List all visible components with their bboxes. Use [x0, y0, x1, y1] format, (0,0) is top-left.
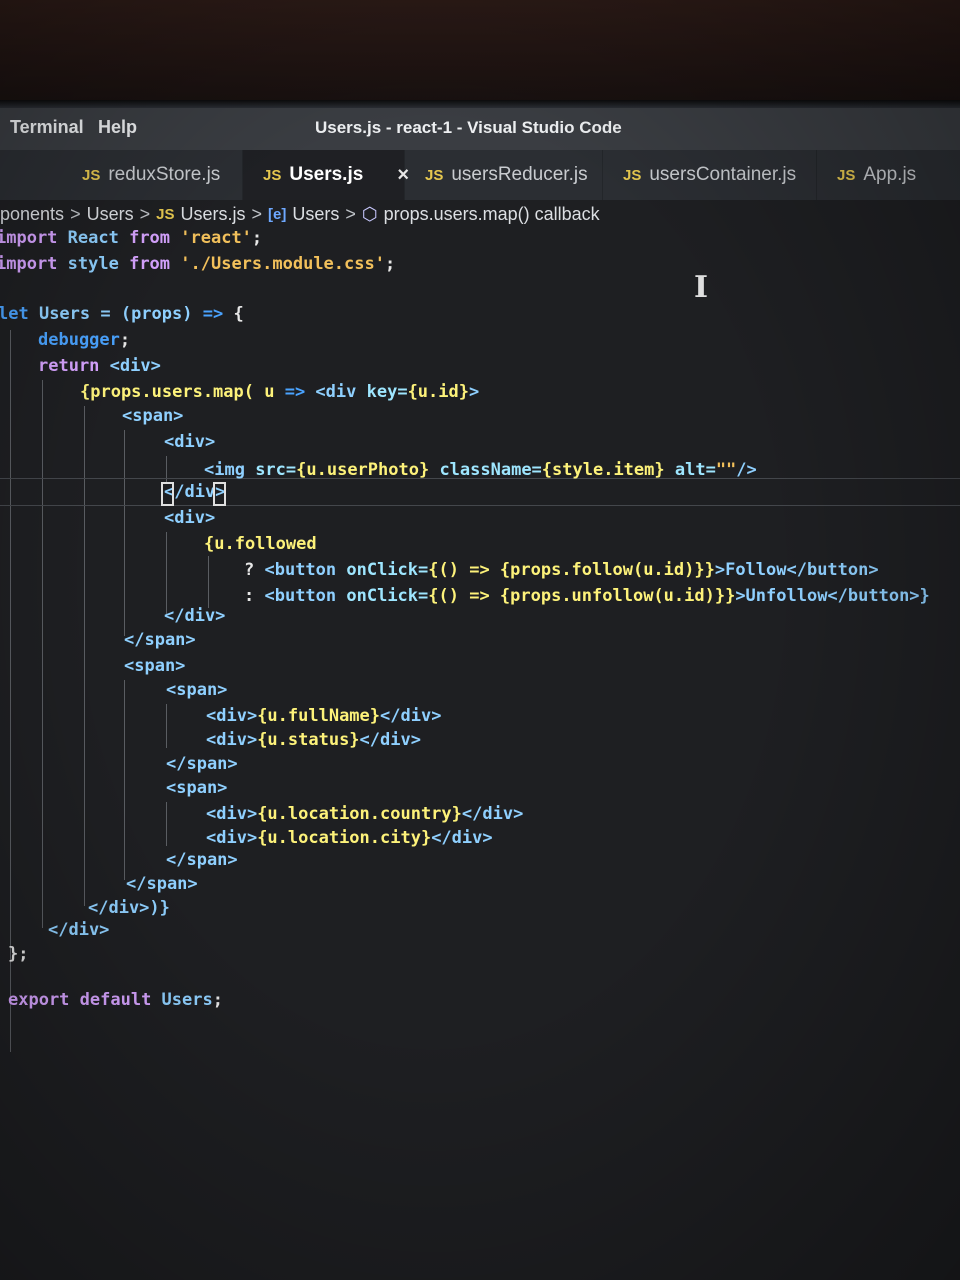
indent-guide	[166, 532, 167, 614]
menu-terminal[interactable]: Terminal	[10, 117, 84, 138]
code-line-30: export default Users;	[8, 990, 223, 1010]
chevron-right-icon: >	[345, 203, 356, 224]
js-file-icon: JS	[837, 166, 856, 184]
js-file-icon: JS	[156, 205, 175, 223]
tab-usersreducer[interactable]: JS usersReducer.js	[405, 150, 603, 200]
code-line-13: ? <button onClick={() => {props.follow(u…	[244, 560, 879, 580]
title-bar: Terminal Help Users.js - react-1 - Visua…	[0, 108, 960, 150]
code-line-19: <div>{u.fullName}</div>	[206, 706, 442, 726]
tab-users[interactable]: JS Users.js ×	[243, 150, 409, 200]
monitor-bezel	[0, 0, 960, 105]
tab-label: usersReducer.js	[451, 164, 588, 185]
indent-guide	[208, 556, 209, 608]
tab-reduxstore[interactable]: JS reduxStore.js	[60, 150, 243, 200]
code-line-22: <span>	[166, 778, 228, 798]
code-line-5: return <div>	[38, 356, 161, 376]
breadcrumb-item-users-file[interactable]: Users.js	[180, 204, 245, 225]
code-line-4: debugger;	[38, 330, 131, 350]
chevron-right-icon: >	[139, 203, 151, 224]
code-line-14: : <button onClick={() => {props.unfollow…	[244, 586, 930, 606]
code-line-17: <span>	[124, 656, 186, 676]
code-line-15: </div>	[164, 606, 226, 626]
code-line-25: </span>	[166, 850, 238, 870]
tab-userscontainer[interactable]: JS usersContainer.js	[603, 150, 817, 200]
code-line-24: <div>{u.location.city}</div>	[206, 828, 493, 848]
code-line-6: {props.users.map( u => <div key={u.id}>	[80, 382, 480, 402]
js-file-icon: JS	[425, 166, 444, 184]
indent-guide	[124, 430, 125, 636]
code-line-26: </span>	[126, 874, 198, 894]
method-cube-icon: ⬡	[361, 203, 378, 224]
bracket-match-box	[213, 482, 226, 506]
code-editor[interactable]: I import React from 'react'; import styl…	[0, 226, 960, 1280]
code-line-29: };	[8, 944, 29, 964]
tab-label: App.js	[863, 164, 917, 185]
breadcrumb-item-users-folder[interactable]: Users	[87, 204, 134, 225]
breadcrumb: ponents > Users > JS Users.js > [e] User…	[0, 200, 960, 228]
indent-guide	[166, 802, 167, 846]
code-line-9: <img src={u.userPhoto} className={style.…	[204, 460, 757, 480]
chevron-right-icon: >	[70, 203, 81, 224]
js-file-icon: JS	[263, 166, 282, 184]
window-title: Users.js - react-1 - Visual Studio Code	[315, 118, 622, 137]
code-line-18: <span>	[166, 680, 228, 700]
breadcrumb-item-users-symbol[interactable]: Users	[292, 204, 339, 225]
code-line-8: <div>	[164, 432, 216, 452]
tab-label: usersContainer.js	[649, 164, 797, 185]
code-line-7: <span>	[122, 406, 184, 426]
breadcrumb-item-callback[interactable]: props.users.map() callback	[384, 204, 600, 225]
chevron-right-icon: >	[251, 203, 262, 224]
code-line-11: <div>	[164, 508, 216, 528]
code-line-12: {u.followed	[204, 534, 317, 554]
indent-guide	[166, 704, 167, 748]
indent-guide	[42, 380, 43, 928]
bracket-match-box	[161, 482, 174, 506]
monitor-edge	[0, 100, 960, 108]
text-cursor-icon: I	[694, 270, 709, 305]
editor-tab-bar: JS reduxStore.js JS Users.js × JS usersR…	[0, 150, 960, 200]
js-file-icon: JS	[82, 166, 101, 184]
code-line-20: <div>{u.status}</div>	[206, 730, 421, 750]
code-line-16: </span>	[124, 630, 196, 650]
tab-app[interactable]: JS App.js	[817, 150, 960, 200]
tab-label: Users.js	[289, 164, 364, 185]
indent-guide	[124, 680, 125, 880]
code-line-1: import React from 'react';	[0, 228, 263, 248]
tab-label: reduxStore.js	[108, 164, 221, 185]
code-line-2: import style from './Users.module.css';	[0, 254, 396, 274]
variable-symbol-icon: [e]	[268, 205, 287, 223]
menu-help[interactable]: Help	[98, 117, 137, 138]
code-line-3: let Users = (props) => {	[0, 304, 244, 324]
js-file-icon: JS	[623, 166, 642, 184]
code-line-28: </div>	[48, 920, 110, 940]
breadcrumb-item-components[interactable]: ponents	[0, 204, 64, 225]
code-line-23: <div>{u.location.country}</div>	[206, 804, 524, 824]
code-line-21: </span>	[166, 754, 238, 774]
